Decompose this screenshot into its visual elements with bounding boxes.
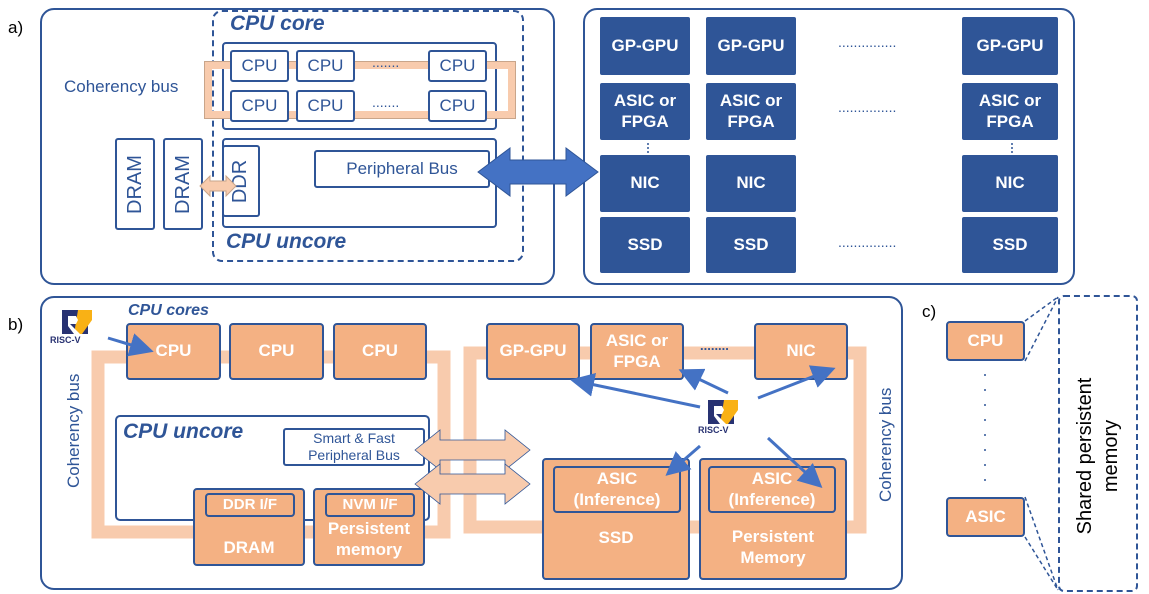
riscv-logo-text: RISC-V — [50, 335, 81, 345]
ddr-dram-arrow — [199, 174, 237, 198]
shared-memory-connectors — [1024, 296, 1059, 591]
riscv-logo — [62, 310, 92, 334]
riscv-logo — [708, 400, 738, 424]
vertical-dots — [984, 374, 986, 481]
riscv-logo-text: RISC-V — [698, 425, 729, 435]
peripheral-bus-arrow — [477, 147, 599, 197]
peripheral-bus-double-arrow — [414, 429, 531, 471]
peripheral-bus-double-arrow — [414, 463, 531, 505]
vertical-dots — [647, 143, 1013, 153]
arrow-layer — [62, 143, 1059, 591]
